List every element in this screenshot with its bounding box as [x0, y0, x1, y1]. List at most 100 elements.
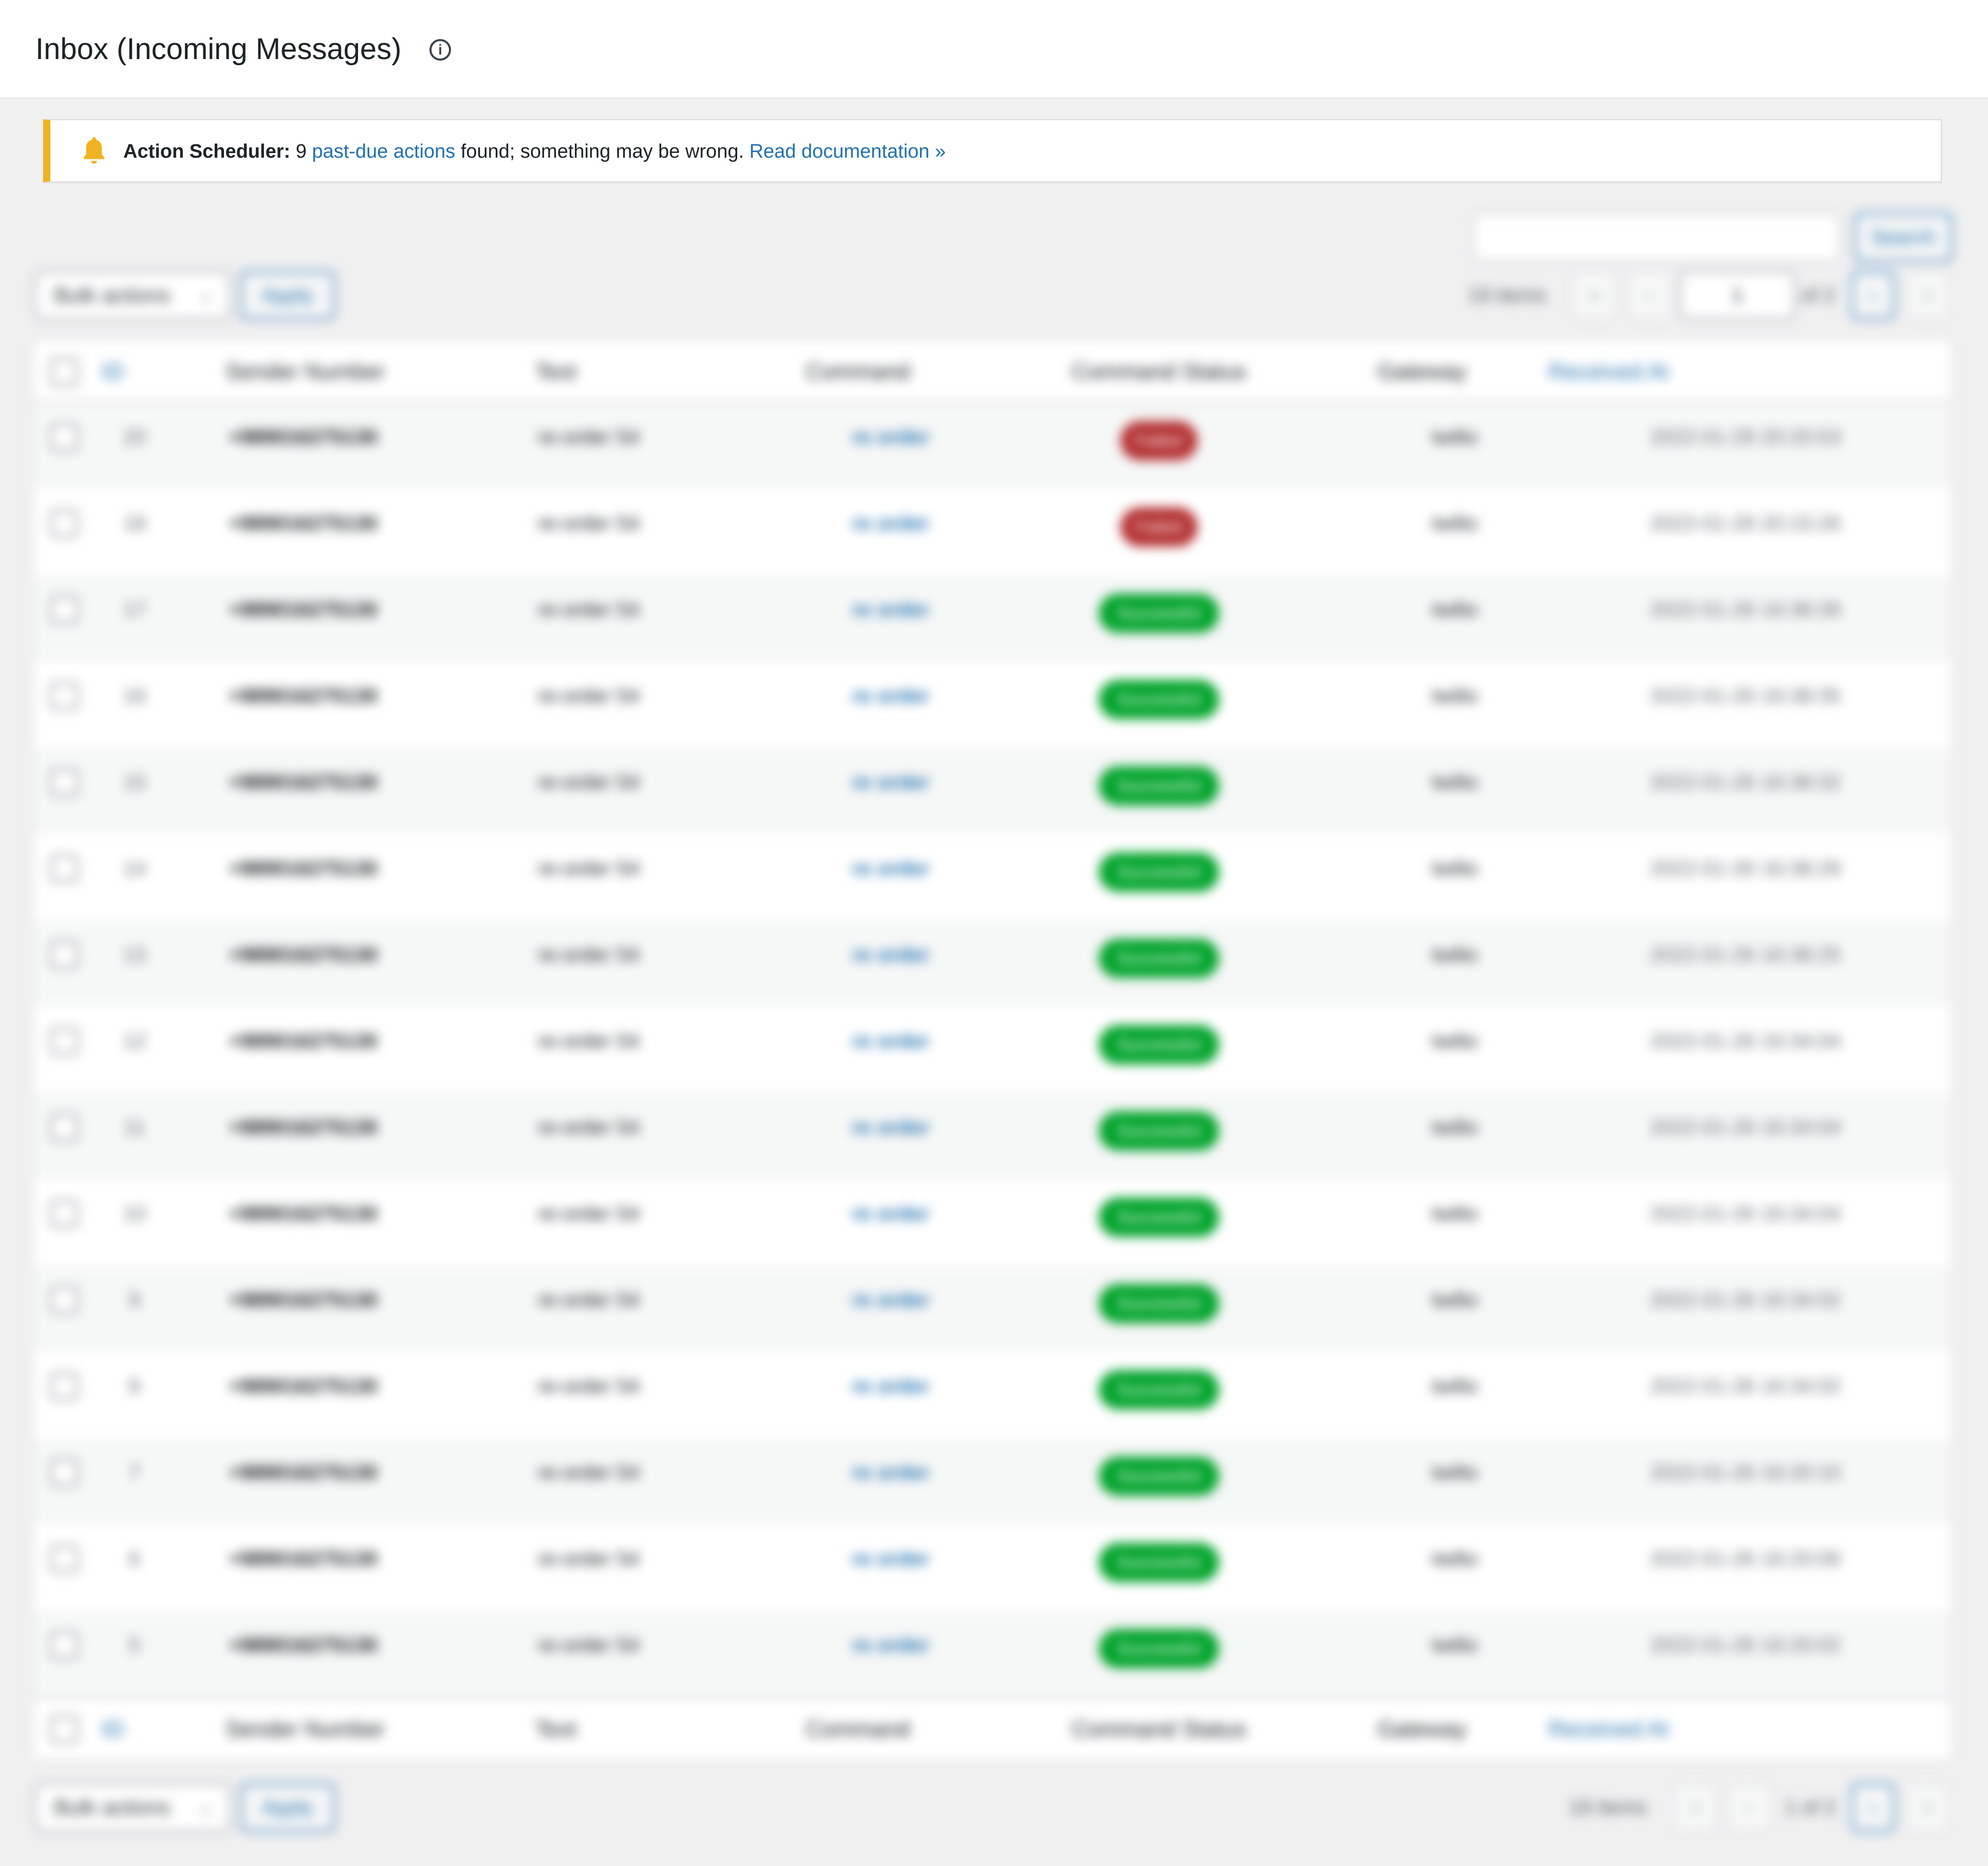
- past-due-actions-link[interactable]: past-due actions: [312, 141, 455, 162]
- command-link[interactable]: re order: [852, 1029, 929, 1053]
- received-at: 2022-01-29 20:20:53: [1650, 426, 1841, 448]
- command-link[interactable]: re order: [852, 1374, 929, 1398]
- sender-number: +989016275130: [228, 1030, 378, 1052]
- command-link[interactable]: re order: [852, 943, 929, 967]
- sender-number: +989016275130: [228, 1548, 378, 1570]
- received-at: 2022-01-26 16:38:29: [1650, 857, 1841, 880]
- message-text: re-order 54: [538, 685, 640, 707]
- received-at: 2022-01-26 16:38:35: [1650, 685, 1841, 707]
- row-checkbox[interactable]: [50, 768, 78, 796]
- message-text: re-order 54: [538, 1202, 640, 1225]
- last-page-button-bottom[interactable]: »: [1906, 1783, 1949, 1832]
- command-link[interactable]: re order: [852, 598, 929, 621]
- page-title: Inbox (Incoming Messages): [35, 32, 402, 66]
- command-link[interactable]: re order: [852, 770, 929, 794]
- received-at: 2022-01-26 16:34:02: [1650, 1289, 1841, 1311]
- footer-column-gateway: Gateway: [1377, 1717, 1467, 1742]
- action-scheduler-notice: Action Scheduler: 9 past-due actions fou…: [43, 119, 1942, 182]
- footer-column-id[interactable]: ID: [102, 1699, 124, 1760]
- footer-column-received[interactable]: Received At: [1548, 1699, 1669, 1760]
- command-link[interactable]: re order: [852, 1202, 929, 1226]
- command-link[interactable]: re order: [852, 1461, 929, 1484]
- notice-label: Action Scheduler:: [123, 141, 291, 162]
- notice-body: found; something may be wrong.: [460, 141, 744, 162]
- message-id: 13: [123, 944, 146, 966]
- row-checkbox[interactable]: [50, 1459, 78, 1486]
- column-header-command: Command: [805, 359, 910, 384]
- message-id: 20: [123, 426, 146, 448]
- current-page-input[interactable]: 1: [1680, 271, 1795, 319]
- row-checkbox[interactable]: [50, 1372, 78, 1400]
- apply-button[interactable]: Apply: [240, 271, 335, 319]
- prev-page-button[interactable]: ‹: [1628, 271, 1672, 319]
- row-checkbox[interactable]: [50, 941, 78, 969]
- row-checkbox[interactable]: [50, 1545, 78, 1573]
- apply-button-bottom[interactable]: Apply: [240, 1783, 335, 1832]
- sender-number: +989016275130: [228, 944, 378, 966]
- sender-number: +989016275130: [228, 512, 378, 535]
- row-checkbox[interactable]: [50, 1200, 78, 1228]
- row-checkbox[interactable]: [50, 596, 78, 624]
- column-header-text: Text: [535, 359, 577, 384]
- select-all-checkbox[interactable]: [50, 358, 78, 386]
- row-checkbox[interactable]: [50, 682, 78, 710]
- page-indicator-bottom: 1 of 2: [1785, 1796, 1836, 1819]
- message-id: 8: [128, 1375, 141, 1398]
- bulk-actions-label: Bulk actions: [54, 283, 171, 307]
- row-checkbox[interactable]: [50, 855, 78, 882]
- items-count-bottom: 19 items: [1569, 1796, 1647, 1819]
- command-link[interactable]: re order: [852, 857, 929, 880]
- next-page-button[interactable]: ›: [1851, 271, 1895, 319]
- sender-number: +989016275130: [228, 426, 378, 448]
- table-row: 8 +989016275130 re-order 54 re order Success…: [34, 1352, 1951, 1438]
- last-page-button[interactable]: »: [1906, 271, 1949, 319]
- command-link[interactable]: re order: [852, 1288, 929, 1312]
- message-text: re-order 54: [538, 1289, 640, 1311]
- column-header-id[interactable]: ID: [102, 341, 124, 403]
- command-link[interactable]: re order: [852, 1547, 929, 1571]
- row-checkbox[interactable]: [50, 1286, 78, 1314]
- status-badge: Failed: [1120, 507, 1197, 546]
- bulk-actions-select[interactable]: Bulk actions ⌄: [35, 271, 230, 319]
- first-page-button[interactable]: «: [1573, 271, 1616, 319]
- first-page-button-bottom[interactable]: «: [1674, 1783, 1717, 1832]
- status-badge: Successful: [1099, 1111, 1219, 1151]
- gateway: twilio: [1432, 1548, 1478, 1570]
- command-link[interactable]: re order: [852, 1633, 929, 1657]
- messages-list-area: Search Bulk actions ⌄ Apply 19 items « ‹…: [0, 195, 1988, 1866]
- received-at: 2022-01-26 16:34:04: [1650, 1116, 1841, 1139]
- message-text: re-order 54: [538, 512, 640, 535]
- search-button[interactable]: Search: [1854, 213, 1952, 262]
- command-link[interactable]: re order: [852, 425, 929, 449]
- gateway: twilio: [1432, 1116, 1478, 1139]
- gateway: twilio: [1432, 426, 1478, 448]
- bulk-actions-select-bottom[interactable]: Bulk actions ⌄: [35, 1783, 230, 1832]
- status-badge: Failed: [1120, 421, 1197, 460]
- sender-number: +989016275130: [228, 598, 378, 621]
- table-row: 17 +989016275130 re-order 54 re order Succes…: [34, 575, 1951, 662]
- read-documentation-link[interactable]: Read documentation »: [749, 141, 946, 162]
- select-all-checkbox-footer[interactable]: [50, 1716, 78, 1743]
- row-checkbox[interactable]: [50, 510, 78, 537]
- gateway: twilio: [1432, 857, 1478, 880]
- search-input[interactable]: [1473, 213, 1840, 262]
- row-checkbox[interactable]: [50, 1027, 78, 1055]
- row-checkbox[interactable]: [50, 1631, 78, 1659]
- received-at: 2022-01-26 16:38:32: [1650, 771, 1841, 794]
- prev-page-button-bottom[interactable]: ‹: [1728, 1783, 1771, 1832]
- table-body: 20 +989016275130 re-order 54 re order Failed…: [34, 403, 1951, 1697]
- next-page-button-bottom[interactable]: ›: [1851, 1783, 1895, 1832]
- column-header-received[interactable]: Received At: [1548, 341, 1669, 403]
- message-id: 14: [123, 857, 146, 880]
- status-badge: Successful: [1099, 680, 1219, 719]
- command-link[interactable]: re order: [852, 1116, 929, 1139]
- command-link[interactable]: re order: [852, 512, 929, 535]
- sender-number: +989016275130: [228, 771, 378, 794]
- status-badge: Successful: [1099, 1457, 1219, 1496]
- row-checkbox[interactable]: [50, 1114, 78, 1141]
- row-checkbox[interactable]: [50, 423, 78, 451]
- info-icon[interactable]: i: [429, 39, 451, 61]
- table-row: 7 +989016275130 re-order 54 re order Success…: [34, 1438, 1951, 1524]
- gateway: twilio: [1432, 685, 1478, 707]
- command-link[interactable]: re order: [852, 684, 929, 708]
